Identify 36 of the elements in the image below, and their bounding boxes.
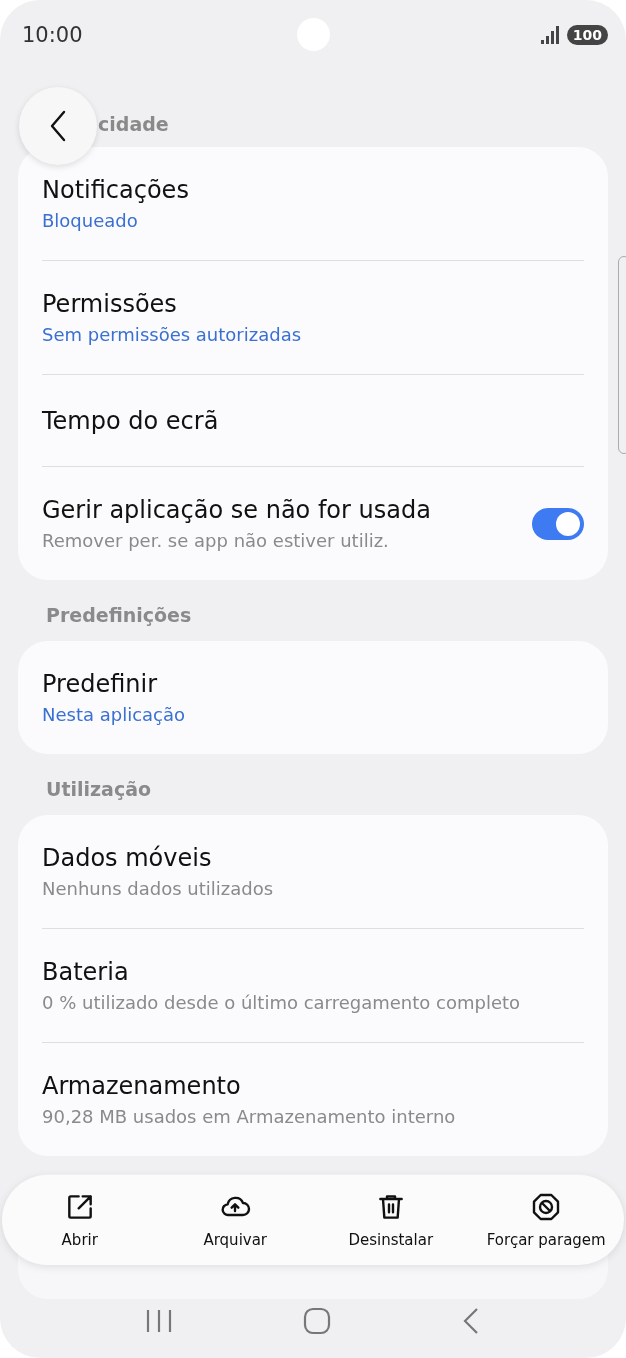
section-header: cidade [98,113,169,137]
row-subtitle: Bloqueado [42,210,139,231]
action-button[interactable]: Desinstalar [313,1175,469,1265]
action-button[interactable]: Abrir [2,1175,158,1265]
action-button[interactable]: Forçar paragem [468,1175,624,1265]
battery-level: 100 [566,25,608,45]
row-title: Predefinir [42,670,159,698]
settings-row[interactable]: Permissões Sem permissões autorizadas [42,261,584,375]
section-header: Utilização [45,776,153,802]
settings-row[interactable]: Bateria 0 % utilizado desde o último carregamento completo [42,929,584,1043]
row-title: Permissões [42,290,178,318]
settings-row[interactable]: Gerir aplicação se não for usada Remover per. se app não estiver utiliz. [42,467,584,580]
settings-row[interactable]: Armazenamento 90,28 MB usados em Armazenamento interno [42,1043,584,1156]
settings-row[interactable]: Dados móveis Nenhuns dados utilizados [42,815,584,929]
home-icon[interactable] [303,1307,331,1335]
row-subtitle: 0 % utilizado desde o último carregamento completo [42,992,521,1013]
row-title: Bateria [42,958,130,986]
row-title: Tempo do ecrã [42,406,219,435]
status-time: 10:00 [22,23,83,47]
toggle-switch[interactable] [532,507,584,540]
settings-row[interactable]: Predefinir Nesta aplicação [42,641,584,754]
action-button[interactable]: Arquivar [157,1175,313,1265]
row-subtitle: Sem permissões autorizadas [42,324,302,345]
row-title: Armazenamento [42,1072,242,1100]
back-nav-icon[interactable] [461,1307,481,1335]
row-title: Notificações [42,176,189,204]
section-header: Predefinições [45,602,193,628]
row-subtitle: Nesta aplicação [42,704,186,725]
row-subtitle: Nenhuns dados utilizados [42,878,274,899]
settings-row[interactable]: Tempo do ecrã [42,375,584,467]
row-subtitle: Remover per. se app não estiver utiliz. [42,530,390,551]
recent-apps-icon[interactable] [145,1308,173,1334]
row-title: Dados móveis [42,844,213,872]
row-subtitle: 90,28 MB usados em Armazenamento interno [42,1106,456,1127]
row-title: Gerir aplicação se não for usada [42,496,431,524]
signal-icon [540,26,561,44]
